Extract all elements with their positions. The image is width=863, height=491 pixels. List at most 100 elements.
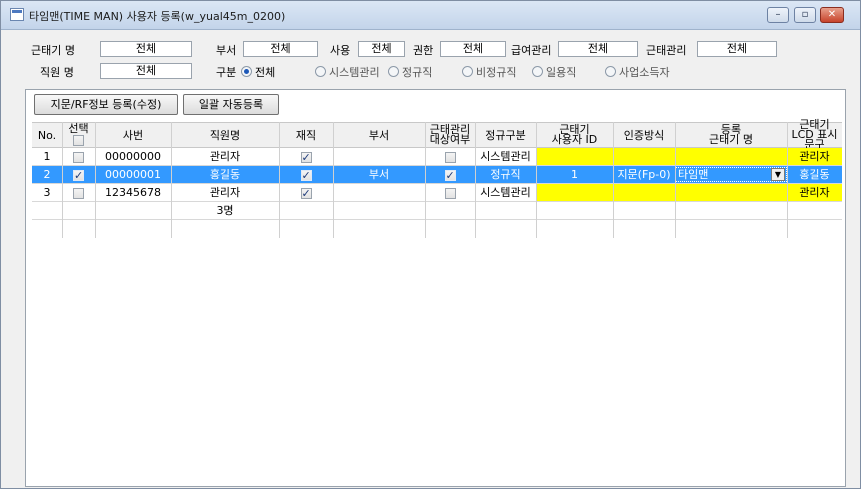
table-row[interactable]: 1 00000000 관리자 시스템관리 관리자 [32,148,842,166]
cell-no: 3 [43,186,51,199]
category-radio-system-label: 시스템관리 [329,66,380,79]
cell-terminal-user-id[interactable]: 1 [536,166,613,183]
category-radio-nonregular-label: 비정규직 [476,66,517,79]
table-row[interactable]: 3 12345678 관리자 시스템관리 관리자 [32,184,842,202]
cell-terminal-user-id[interactable] [536,184,613,201]
cell-select [62,166,95,183]
cell-lcd-text[interactable]: 홍길동 [787,166,842,183]
column-divider [613,122,614,238]
row-select-checkbox[interactable] [73,167,84,183]
cell-att-managed [425,148,475,165]
category-radio-business-label: 사업소득자 [619,66,670,79]
row-select-checkbox[interactable] [73,151,84,163]
cell-auth-method[interactable] [613,184,675,201]
attendance-field[interactable]: 전체 [697,41,777,57]
row-select-checkbox[interactable] [73,187,84,199]
header-reg-terminal: 등록 근태기 명 [709,123,753,146]
cell-regular-type: 시스템관리 [480,186,531,199]
filter-panel: 근태기 명 전체 부서 전체 사용 전체 권한 전체 급여관리 전체 근태관리 … [18,37,848,85]
bulk-register-button[interactable]: 일괄 자동등록 [183,94,279,115]
close-button[interactable]: ✕ [820,7,844,23]
cell-dept [333,184,425,201]
window-title: 타임맨(TIME MAN) 사용자 등록(w_yual45m_0200) [29,10,286,23]
app-icon [10,8,24,21]
category-radio-all-label: 전체 [255,66,276,79]
column-divider [675,122,676,238]
cell-active [279,148,333,165]
cell-lcd-text[interactable]: 관리자 [787,148,842,165]
cell-lcd-text[interactable]: 관리자 [787,184,842,201]
cell-regular-type: 시스템관리 [480,150,531,163]
department-field[interactable]: 전체 [243,41,318,57]
payroll-label: 급여관리 [511,44,552,57]
cell-select [62,148,95,165]
cell-emp-no: 00000000 [105,150,161,163]
cell-name: 관리자 [209,186,241,199]
summary-row: 3명 [32,202,842,220]
table-row-selected[interactable]: 2 00000001 홍길동 부서 정규직 1 지문(Fp-0) 타임맨 ▼ 홍… [32,166,842,184]
column-divider [536,122,537,238]
att-managed-checkbox[interactable] [444,151,456,163]
cell-name: 관리자 [209,150,241,163]
reg-terminal-dropdown[interactable]: 타임맨 ▼ [675,167,787,182]
cell-reg-terminal[interactable] [675,148,787,165]
use-field[interactable]: 전체 [358,41,405,57]
category-radio-regular-label: 정규직 [402,66,433,79]
category-radio-system[interactable] [315,66,326,77]
category-radio-daily[interactable] [532,66,543,77]
cell-active [279,166,333,183]
cell-att-managed [425,166,475,183]
user-list-panel: 지문/RF정보 등록(수정) 일괄 자동등록 No. 선택 사번 직원명 재직 … [25,89,846,487]
header-emp-no: 사번 [122,128,144,142]
cell-auth-method[interactable]: 지문(Fp-0) [613,166,675,183]
grid-header: No. 선택 사번 직원명 재직 부서 근태관리 대상여부 정규구분 근태기 사… [32,118,842,151]
active-checkbox[interactable] [300,167,312,183]
terminal-name-label: 근태기 명 [31,44,75,57]
cell-emp-no: 12345678 [105,186,161,199]
active-checkbox[interactable] [300,185,312,201]
header-terminal-user-id: 근태기 사용자 ID [551,123,598,146]
cell-reg-terminal[interactable] [675,184,787,201]
permission-label: 권한 [413,44,434,57]
maximize-button[interactable]: ▫ [794,7,816,23]
att-managed-checkbox[interactable] [444,167,456,183]
header-lcd-text: 근태기 LCD 표시문구 [791,118,838,151]
header-auth-method: 인증방식 [623,128,665,142]
employee-name-field[interactable]: 전체 [100,63,192,79]
payroll-field[interactable]: 전체 [558,41,638,57]
department-label: 부서 [216,44,237,57]
header-regular-type: 정규구분 [485,128,526,142]
header-name: 직원명 [209,128,241,142]
register-fingerprint-button[interactable]: 지문/RF정보 등록(수정) [34,94,178,115]
category-radio-business[interactable] [605,66,616,77]
cell-dept: 부서 [368,168,390,181]
category-radio-all[interactable] [241,66,252,77]
cell-no: 2 [43,168,51,181]
use-label: 사용 [330,44,351,57]
chevron-down-icon[interactable]: ▼ [771,168,785,181]
column-divider [95,122,96,238]
column-divider [62,122,63,238]
cell-dept [333,148,425,165]
column-divider [425,122,426,238]
permission-field[interactable]: 전체 [440,41,506,57]
category-radio-daily-label: 일용직 [546,66,577,79]
cell-auth-method[interactable] [613,148,675,165]
summary-count: 3명 [216,204,234,217]
attendance-label: 근태관리 [646,44,687,57]
minimize-button[interactable]: – [767,7,789,23]
active-checkbox[interactable] [300,149,312,165]
cell-terminal-user-id[interactable] [536,148,613,165]
app-window: 타임맨(TIME MAN) 사용자 등록(w_yual45m_0200) – ▫… [0,0,861,489]
column-divider [333,122,334,238]
header-dept: 부서 [368,128,390,142]
title-bar: 타임맨(TIME MAN) 사용자 등록(w_yual45m_0200) – ▫… [1,1,860,30]
category-radio-regular[interactable] [388,66,399,77]
cell-regular-type: 정규직 [490,168,521,181]
reg-terminal-value: 타임맨 [678,168,709,181]
category-radio-nonregular[interactable] [462,66,473,77]
select-all-checkbox[interactable] [73,135,84,146]
att-managed-checkbox[interactable] [444,187,456,199]
cell-att-managed [425,184,475,201]
terminal-name-field[interactable]: 전체 [100,41,192,57]
